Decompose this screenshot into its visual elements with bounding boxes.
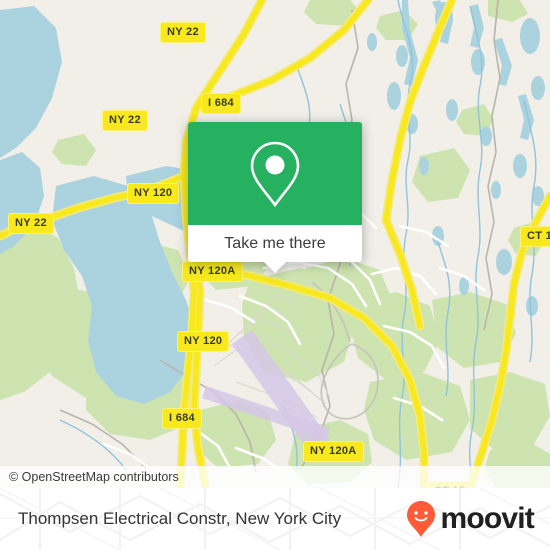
- map-attribution-bar: © OpenStreetMap contributors: [0, 466, 550, 488]
- road-shield: NY 120A: [303, 441, 364, 462]
- page-title: Thompsen Electrical Constr, New York Cit…: [18, 488, 341, 550]
- popup-pointer-tail: [263, 261, 287, 273]
- road-shield: NY 22: [160, 22, 206, 43]
- location-popup-card[interactable]: Take me there: [188, 122, 362, 273]
- road-shield: CT 1: [520, 226, 550, 247]
- moovit-wordmark: moovit: [440, 502, 534, 535]
- openstreetmap-attribution[interactable]: © OpenStreetMap contributors: [0, 471, 179, 484]
- popup-action-bar[interactable]: Take me there: [188, 225, 362, 273]
- popup-image-area: [188, 122, 362, 225]
- map-pin-icon: [247, 139, 303, 209]
- map-page: NY 22 NY 22 I 684 NY 120 NY 22 CT 1 NY 1…: [0, 0, 550, 550]
- road-shield: I 684: [201, 93, 241, 114]
- moovit-logo[interactable]: moovit: [406, 488, 535, 550]
- road-shield: NY 22: [102, 110, 148, 131]
- page-footer: Thompsen Electrical Constr, New York Cit…: [0, 488, 550, 550]
- road-shield: NY 22: [8, 213, 54, 234]
- map-canvas[interactable]: NY 22 NY 22 I 684 NY 120 NY 22 CT 1 NY 1…: [0, 0, 550, 488]
- road-shield: NY 120: [127, 183, 180, 204]
- moovit-smiley-pin-icon: [406, 500, 436, 538]
- take-me-there-label: Take me there: [224, 234, 326, 252]
- footer-title-text: Thompsen Electrical Constr, New York Cit…: [18, 509, 342, 528]
- road-shield: I 684: [162, 408, 202, 429]
- road-shield: NY 120: [177, 331, 230, 352]
- road-shield: NY 120A: [182, 261, 243, 282]
